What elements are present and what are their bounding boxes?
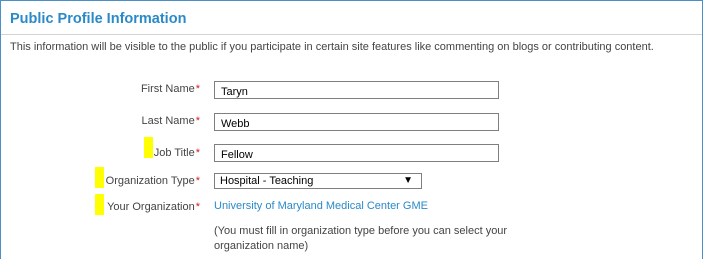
your-organization-link[interactable]: University of Maryland Medical Center GM… — [214, 200, 428, 212]
section-intro: This information will be visible to the … — [10, 41, 654, 53]
last-name-input[interactable] — [214, 113, 499, 131]
required-marker: * — [195, 115, 200, 127]
your-organization-label-text: Your Organization — [107, 201, 195, 213]
section-divider — [1, 34, 702, 35]
job-title-label: Job Title* — [154, 147, 200, 159]
last-name-label: Last Name* — [142, 115, 200, 127]
dropdown-arrow-icon: ▼ — [403, 175, 413, 186]
profile-panel: Public Profile Information This informat… — [0, 0, 703, 259]
organization-type-label: Organization Type* — [106, 175, 200, 187]
first-name-label: First Name* — [141, 83, 200, 95]
section-title: Public Profile Information — [10, 11, 187, 27]
first-name-input[interactable] — [214, 81, 499, 99]
job-title-highlight — [144, 137, 153, 158]
required-marker: * — [195, 147, 200, 159]
required-marker: * — [195, 175, 200, 187]
organization-type-label-text: Organization Type — [105, 175, 195, 187]
first-name-label-text: First Name — [140, 83, 195, 95]
your-organization-highlight — [95, 194, 104, 215]
job-title-label-text: Job Title — [153, 147, 195, 159]
organization-note: (You must fill in organization type befo… — [214, 225, 508, 252]
last-name-label-text: Last Name — [141, 115, 195, 127]
organization-type-select[interactable]: Hospital - Teaching ▼ — [214, 173, 422, 189]
your-organization-label: Your Organization* — [107, 201, 200, 213]
job-title-input[interactable] — [214, 144, 499, 162]
organization-type-value: Hospital - Teaching — [220, 175, 314, 187]
required-marker: * — [195, 83, 200, 95]
required-marker: * — [195, 201, 200, 213]
organization-type-highlight — [95, 167, 104, 188]
